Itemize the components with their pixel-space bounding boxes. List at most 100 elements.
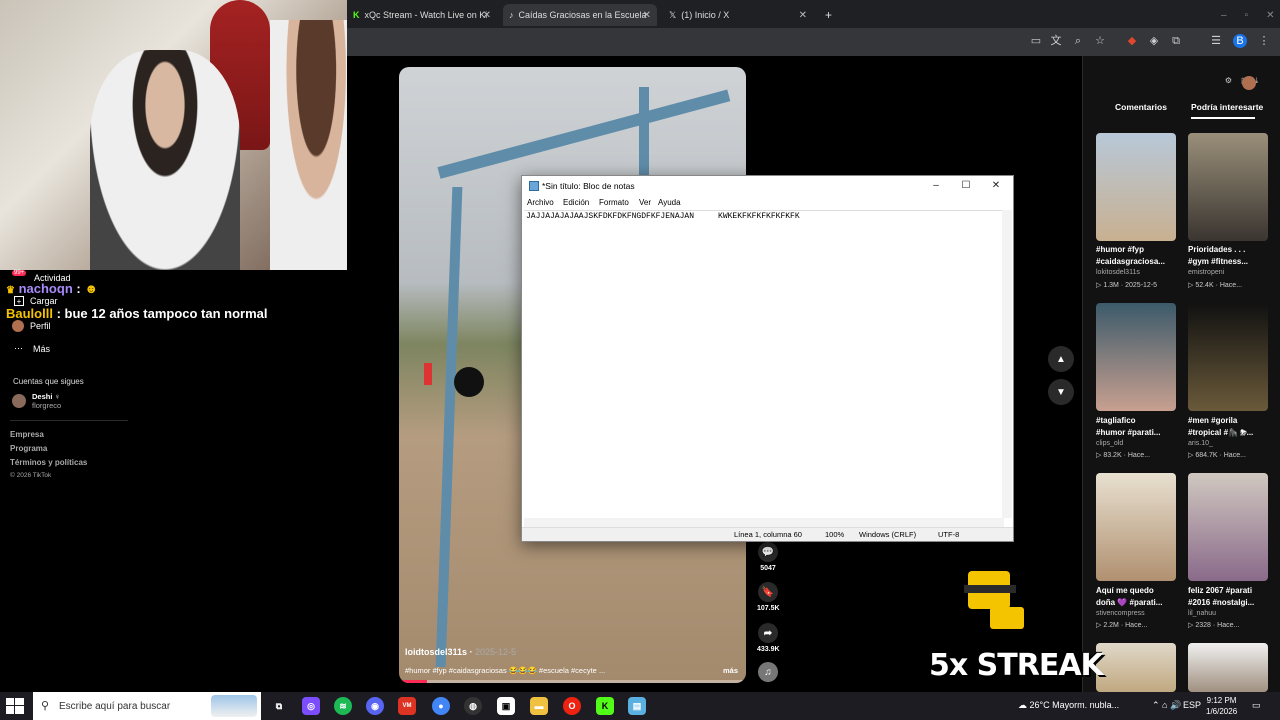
- video-author[interactable]: aris.10_: [1188, 440, 1213, 447]
- notepad-icon[interactable]: ▤: [628, 697, 646, 715]
- avatar[interactable]: [1242, 76, 1256, 90]
- suggestions-panel: ⚙ ▯ ⤓ Comentarios Podría interesarte #hu…: [1082, 56, 1280, 692]
- caption-more-link[interactable]: más: [723, 666, 738, 675]
- menu-kebab-icon[interactable]: ⋮: [1257, 34, 1271, 48]
- share-button[interactable]: ➦ 433.9K: [757, 623, 780, 653]
- menu-ayuda[interactable]: Ayuda: [658, 198, 681, 207]
- video-thumbnail[interactable]: [1096, 303, 1176, 411]
- sidebar-item-more[interactable]: ⋯ Más: [14, 343, 50, 354]
- streak-counter: 5x STREAK: [929, 648, 1104, 683]
- bookmark-icon: 🔖: [758, 582, 778, 602]
- tab-kick[interactable]: K xQc Stream - Watch Live on Ki ✕: [347, 4, 497, 26]
- extension-icon[interactable]: ◆: [1125, 34, 1139, 48]
- swing-frame: [435, 187, 463, 667]
- menu-ver[interactable]: Ver: [639, 198, 651, 207]
- settings-icon[interactable]: ⚙: [1225, 76, 1232, 86]
- bookmark-star-icon[interactable]: ☆: [1093, 34, 1107, 48]
- discord-icon[interactable]: ◉: [366, 697, 384, 715]
- close-button[interactable]: ✕: [981, 178, 1011, 194]
- text-editor[interactable]: JAJJAJAJAJAAJSKFDKFDKFNGDFKFJENAJAN KWKE…: [524, 210, 1002, 518]
- menu-edicion[interactable]: Edición: [563, 198, 589, 207]
- video-thumbnail[interactable]: [1188, 133, 1268, 241]
- video-thumbnail[interactable]: [1096, 643, 1176, 692]
- footer-link[interactable]: Programa: [10, 444, 47, 453]
- windows-start-icon[interactable]: [6, 698, 24, 714]
- video-author[interactable]: stivencompress: [1096, 610, 1145, 617]
- music-disc[interactable]: ♫: [757, 662, 779, 685]
- video-author[interactable]: emistropeni: [1188, 269, 1224, 276]
- tab-suggestions[interactable]: Podría interesarte: [1191, 102, 1263, 112]
- video-description[interactable]: Prioridades . . . #gym #fitness...: [1188, 244, 1272, 268]
- maximize-button[interactable]: ☐: [951, 178, 981, 194]
- crown-icon: ♛: [6, 285, 15, 296]
- title-bar[interactable]: *Sin título: Bloc de notas – ☐ ✕: [522, 176, 1013, 196]
- chat-message: Baulolll : bue 12 años tampoco tan norma…: [6, 306, 268, 321]
- video-description[interactable]: feliz 2067 #parati #2016 #nostalgi...: [1188, 585, 1272, 609]
- language-indicator[interactable]: ESP: [1183, 700, 1201, 710]
- video-thumbnail[interactable]: [1096, 473, 1176, 581]
- cast-icon[interactable]: ▭: [1029, 34, 1043, 48]
- sidebar-item-upload[interactable]: + Cargar: [14, 296, 58, 306]
- extensions-puzzle-icon[interactable]: ⧉: [1169, 34, 1183, 48]
- video-thumbnail[interactable]: [1188, 473, 1268, 581]
- tab-x[interactable]: 𝕏 (1) Inicio / X ✕: [663, 4, 813, 26]
- zoom-icon[interactable]: ⌕: [1071, 34, 1085, 48]
- file-explorer-icon[interactable]: ▬: [530, 697, 548, 715]
- zoom-level: 100%: [825, 530, 845, 539]
- new-tab-button[interactable]: +: [819, 4, 839, 26]
- spotify-icon[interactable]: ≋: [334, 697, 352, 715]
- comment-button[interactable]: 💬 5047: [757, 542, 779, 572]
- video-description[interactable]: #tagliafico #humor #parati...: [1096, 415, 1180, 439]
- video-author[interactable]: clips_old: [1096, 440, 1123, 447]
- reading-list-icon[interactable]: ☰: [1209, 34, 1223, 48]
- tab-tiktok[interactable]: ♪ Caídas Graciosas en la Escuela ✕: [503, 4, 657, 26]
- video-description[interactable]: #men #gorila #tropical #🦍 ⛈...: [1188, 415, 1272, 439]
- video-description[interactable]: Aquí me quedo doña 💜 #parati...: [1096, 585, 1180, 609]
- vertical-scrollbar[interactable]: [1002, 210, 1012, 518]
- video-author[interactable]: lokitosdel311s: [1096, 269, 1140, 276]
- obs-icon[interactable]: ◍: [464, 697, 482, 715]
- tray-icons[interactable]: ⌃ ⌂ 🔊: [1152, 700, 1181, 711]
- video-thumbnail[interactable]: [1188, 303, 1268, 411]
- clock[interactable]: 9:12 PM 1/6/2026: [1206, 695, 1237, 717]
- minimize-button[interactable]: –: [921, 178, 951, 194]
- close-icon[interactable]: ✕: [483, 10, 491, 21]
- translate-icon[interactable]: 文: [1049, 34, 1063, 48]
- video-progress-bar[interactable]: [399, 680, 746, 683]
- search-highlight-image: [211, 695, 257, 717]
- tiktok-icon: ♪: [509, 10, 514, 20]
- save-button[interactable]: 🔖 107.5K: [757, 582, 780, 612]
- notification-icon[interactable]: ▭: [1252, 700, 1261, 711]
- browser-toolbar: ▭ 文 ⌕ ☆ ◆ ◈ ⧉ ☰ B ⋮: [347, 28, 1280, 56]
- opera-icon[interactable]: O: [563, 697, 581, 715]
- voicemeeter-icon[interactable]: VM: [398, 697, 416, 715]
- close-icon[interactable]: ✕: [643, 10, 651, 21]
- task-view-icon[interactable]: ⧉: [270, 697, 288, 715]
- tab-comments[interactable]: Comentarios: [1115, 102, 1167, 112]
- webcam-second-person: [270, 20, 347, 270]
- video-thumbnail[interactable]: [1188, 643, 1268, 692]
- capcut-icon[interactable]: ▣: [497, 697, 515, 715]
- video-thumbnail[interactable]: [1096, 133, 1176, 241]
- close-icon[interactable]: ✕: [799, 10, 807, 21]
- kick-icon[interactable]: K: [596, 697, 614, 715]
- video-author[interactable]: loidtosdel311s · 2025-12-5: [405, 647, 516, 657]
- weather-widget[interactable]: ☁ 26°C Mayorm. nubla...: [1018, 700, 1119, 711]
- panel-tabs: Comentarios Podría interesarte: [1083, 102, 1280, 122]
- footer-link[interactable]: Términos y políticas: [10, 458, 87, 467]
- next-video-button[interactable]: ▼: [1048, 379, 1074, 405]
- footer-link[interactable]: Empresa: [10, 430, 44, 439]
- chrome-icon[interactable]: ●: [432, 697, 450, 715]
- menu-archivo[interactable]: Archivo: [527, 198, 554, 207]
- profile-avatar[interactable]: B: [1233, 34, 1247, 48]
- previous-video-button[interactable]: ▲: [1048, 346, 1074, 372]
- menu-formato[interactable]: Formato: [599, 198, 629, 207]
- taskbar-search[interactable]: ⚲ Escribe aquí para buscar: [33, 692, 261, 720]
- window-controls[interactable]: –▫✕: [1215, 4, 1275, 26]
- copilot-icon[interactable]: ◎: [302, 697, 320, 715]
- extension-icon[interactable]: ◈: [1147, 34, 1161, 48]
- video-author[interactable]: lil_nahuu: [1188, 610, 1216, 617]
- video-description[interactable]: #humor #fyp #caidasgraciosa...: [1096, 244, 1180, 268]
- sidebar-item-profile[interactable]: Perfil: [12, 320, 51, 332]
- following-account[interactable]: Deshi ♀ florgreco: [12, 392, 61, 410]
